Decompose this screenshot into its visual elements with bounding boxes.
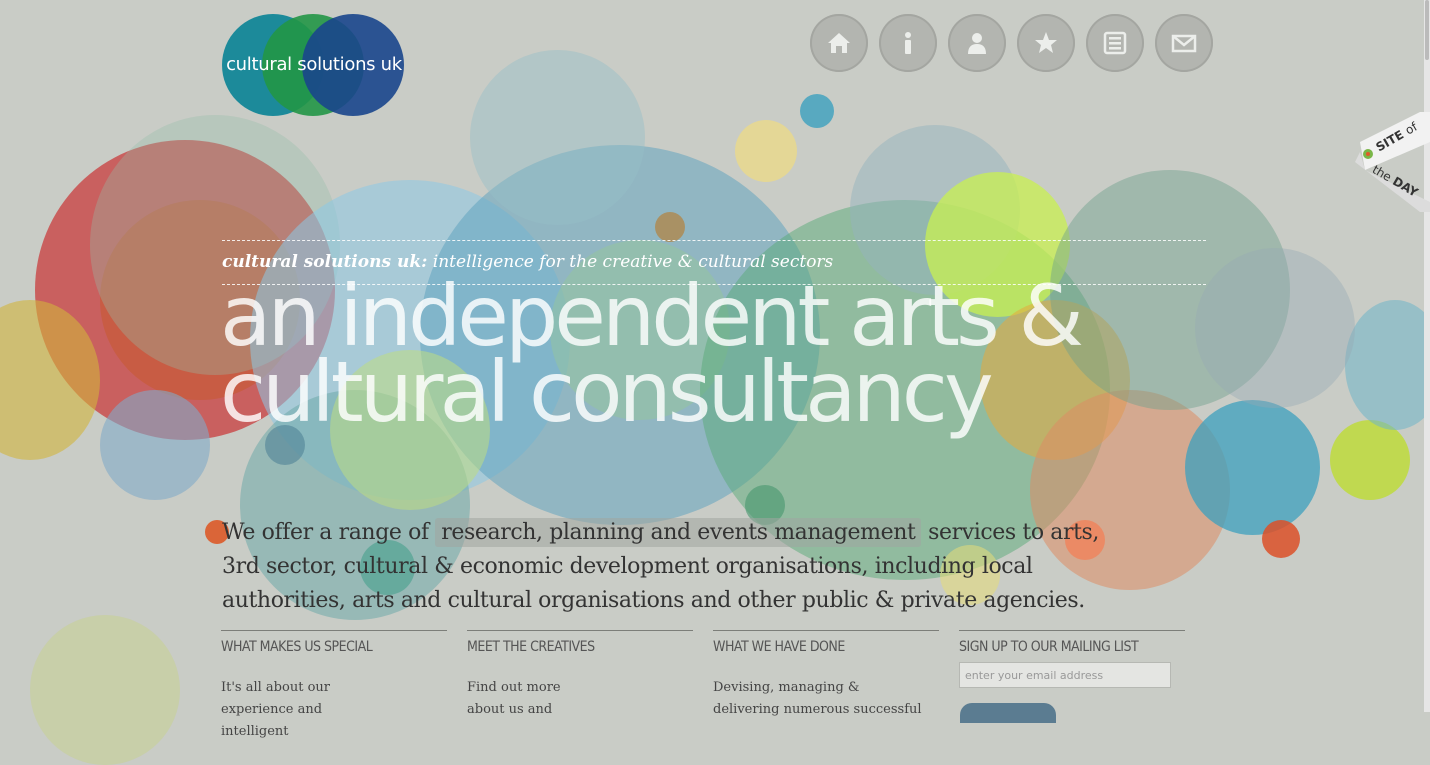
nav-favourites-button[interactable] — [1017, 14, 1075, 72]
scrollbar-thumb[interactable] — [1425, 0, 1429, 60]
signup-button[interactable] — [960, 703, 1056, 723]
page-headline: an independent arts & cultural consultan… — [220, 274, 1220, 441]
nav-people-button[interactable] — [948, 14, 1006, 72]
column-heading[interactable]: WHAT MAKES US SPECIAL — [221, 639, 447, 655]
column-text: Find out more about us and — [467, 680, 561, 717]
info-icon — [905, 32, 911, 54]
home-icon — [828, 33, 850, 53]
column-text: Devising, managing & delivering numerous… — [713, 680, 922, 717]
site-of-the-day-badge[interactable]: SITE of the DAY — [1350, 112, 1430, 212]
nav-info-button[interactable] — [879, 14, 937, 72]
column-mailing: SIGN UP TO OUR MAILING LIST — [959, 630, 1185, 655]
column-heading: SIGN UP TO OUR MAILING LIST — [959, 639, 1139, 655]
nav-home-button[interactable] — [810, 14, 868, 72]
headline-line2: cultural consultancy — [220, 343, 994, 441]
logo-text: cultural solutions uk — [226, 54, 402, 75]
intro-paragraph: We offer a range of research, planning a… — [222, 516, 1102, 618]
column-heading[interactable]: WHAT WE HAVE DONE — [713, 639, 939, 655]
intro-highlight: research, planning and events management — [435, 518, 922, 547]
column-done: WHAT WE HAVE DONE Devising, managing & d… — [713, 630, 939, 721]
nav-news-button[interactable] — [1086, 14, 1144, 72]
user-icon — [968, 33, 986, 54]
column-creatives: MEET THE CREATIVES Find out more about u… — [467, 630, 693, 721]
scrollbar[interactable] — [1424, 0, 1430, 712]
logo[interactable]: cultural solutions uk — [222, 14, 406, 118]
column-special: WHAT MAKES US SPECIAL It's all about our… — [221, 630, 447, 743]
column-text: It's all about our experience and intell… — [221, 680, 330, 739]
nav-contact-button[interactable] — [1155, 14, 1213, 72]
star-icon — [1035, 32, 1057, 53]
email-field[interactable]: enter your email address — [959, 662, 1171, 688]
column-heading[interactable]: MEET THE CREATIVES — [467, 639, 693, 655]
tagline-divider-top — [222, 240, 1206, 241]
envelope-icon — [1171, 34, 1197, 53]
newspaper-icon — [1103, 31, 1127, 55]
intro-before: We offer a range of — [222, 520, 436, 545]
